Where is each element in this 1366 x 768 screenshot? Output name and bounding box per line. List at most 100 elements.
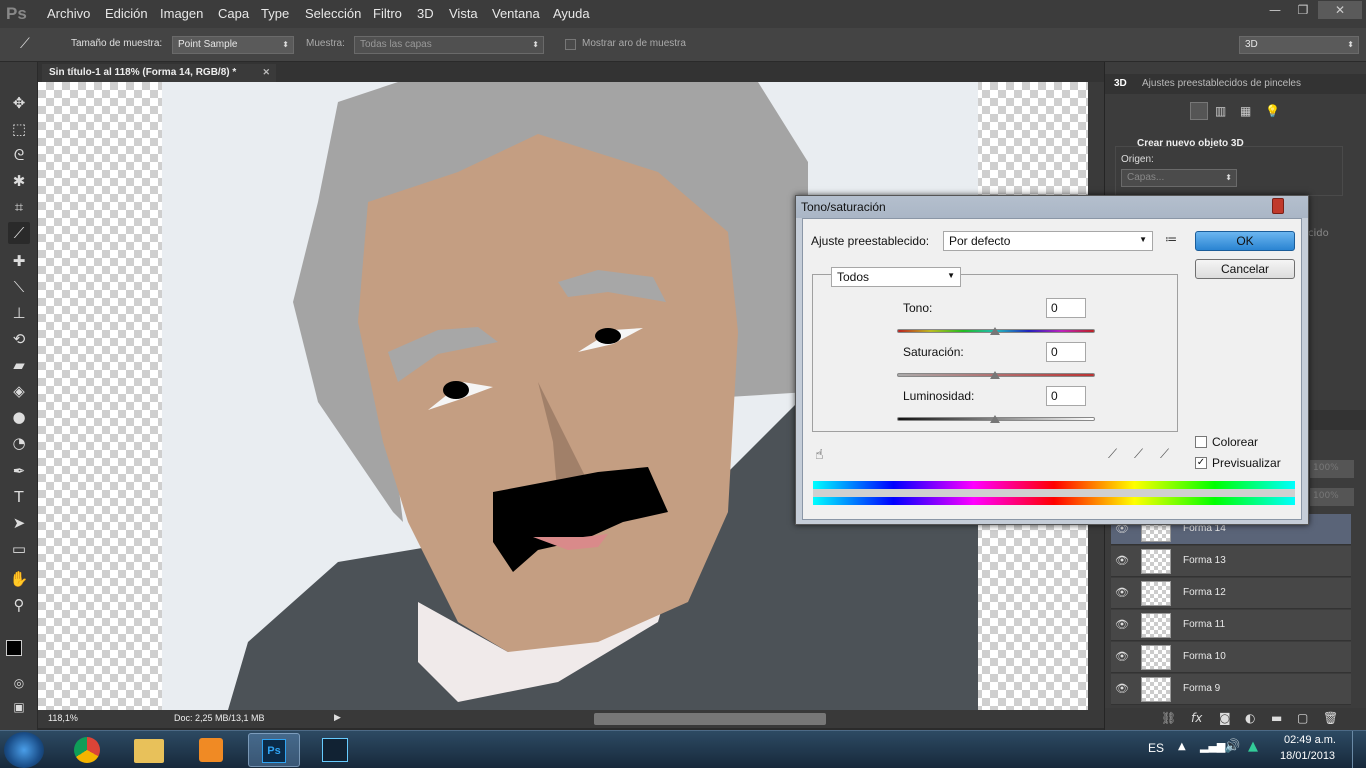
menu-3d[interactable]: 3D xyxy=(417,6,434,21)
path-selection-tool-icon[interactable]: ➤ xyxy=(8,512,30,534)
menu-ayuda[interactable]: Ayuda xyxy=(553,6,590,21)
zoom-level[interactable]: 118,1% xyxy=(48,713,78,723)
eyedropper-plus-icon[interactable]: ⟋ xyxy=(1134,447,1143,462)
menu-capa[interactable]: Capa xyxy=(218,6,249,21)
minimize-button[interactable]: — xyxy=(1262,1,1288,19)
eraser-tool-icon[interactable]: ▰ xyxy=(8,354,30,376)
layer-row[interactable]: 👁 Forma 13 xyxy=(1111,546,1351,577)
sample-size-select[interactable]: Point Sample ⬍ xyxy=(172,36,294,54)
move-tool-icon[interactable]: ✥ xyxy=(8,92,30,114)
screen-mode-icon[interactable]: ▣ xyxy=(8,696,30,718)
layer-row[interactable]: 👁 Forma 11 xyxy=(1111,610,1351,641)
eyedropper-tool-icon[interactable]: ⟋ xyxy=(8,222,30,244)
crop-tool-icon[interactable]: ⌗ xyxy=(8,196,30,218)
preset-options-icon[interactable]: ≔ xyxy=(1165,232,1177,246)
origin-select[interactable]: Capas... ⬍ xyxy=(1121,169,1237,187)
cancel-button[interactable]: Cancelar xyxy=(1195,259,1295,279)
volume-icon[interactable]: 🔊 xyxy=(1224,739,1240,754)
adjustment-icon[interactable]: ◐ xyxy=(1245,711,1255,725)
preview-checkbox[interactable]: ✓ xyxy=(1195,457,1207,469)
saturation-input[interactable]: 0 xyxy=(1046,342,1086,362)
document-tab[interactable]: Sin título-1 al 118% (Forma 14, RGB/8) *… xyxy=(42,64,276,82)
link-icon[interactable]: ⛓ xyxy=(1161,711,1176,725)
magic-wand-tool-icon[interactable]: ✱ xyxy=(8,170,30,192)
eye-icon[interactable]: 👁 xyxy=(1115,650,1129,663)
restore-button[interactable]: ❐ xyxy=(1290,1,1316,19)
lights-filter-icon[interactable]: 💡 xyxy=(1265,104,1280,118)
history-brush-tool-icon[interactable]: ⟲ xyxy=(8,328,30,350)
channel-select[interactable]: Todos ▼ xyxy=(831,267,961,287)
new-layer-icon[interactable]: ▢ xyxy=(1297,711,1308,725)
dialog-titlebar[interactable]: Tono/saturación xyxy=(796,196,1308,218)
windows-start-button[interactable] xyxy=(4,732,44,768)
marquee-tool-icon[interactable]: ⬚ xyxy=(8,118,30,140)
tab-brush-presets[interactable]: Ajustes preestablecidos de pinceles xyxy=(1142,78,1301,89)
clock-date[interactable]: 18/01/2013 xyxy=(1280,750,1335,762)
status-arrow-icon[interactable]: ▶ xyxy=(334,712,346,726)
menu-vista[interactable]: Vista xyxy=(449,6,478,21)
eyedropper-tool-preset-icon[interactable]: ⟋ xyxy=(20,36,42,54)
workspace-select[interactable]: 3D ⬍ xyxy=(1239,36,1359,54)
hue-slider-thumb[interactable] xyxy=(990,327,1000,335)
explorer-taskbar-button[interactable] xyxy=(124,733,176,767)
menu-filtro[interactable]: Filtro xyxy=(373,6,402,21)
lightness-input[interactable]: 0 xyxy=(1046,386,1086,406)
dialog-close-button[interactable] xyxy=(1272,198,1284,214)
mesh-filter-icon[interactable]: ▥ xyxy=(1215,104,1226,118)
drive-sync-icon[interactable]: ▲ xyxy=(1248,739,1258,754)
paint-bucket-tool-icon[interactable]: ◈ xyxy=(8,380,30,402)
pen-tool-icon[interactable]: ✒ xyxy=(8,460,30,482)
close-icon[interactable]: ✕ xyxy=(262,67,270,78)
horizontal-scroll-thumb[interactable] xyxy=(594,713,826,725)
menu-seleccion[interactable]: Selección xyxy=(305,6,361,21)
on-image-adjust-icon[interactable]: ☝ xyxy=(815,447,824,463)
lasso-tool-icon[interactable]: ᘓ xyxy=(8,144,30,166)
clock-time[interactable]: 02:49 a.m. xyxy=(1284,734,1336,746)
colorize-checkbox[interactable] xyxy=(1195,436,1207,448)
media-player-taskbar-button[interactable] xyxy=(186,733,238,767)
show-desktop-button[interactable] xyxy=(1352,731,1366,768)
zoom-tool-icon[interactable]: ⚲ xyxy=(8,594,30,616)
lightness-slider-thumb[interactable] xyxy=(990,415,1000,423)
opacity-field[interactable]: 100% xyxy=(1310,460,1354,478)
language-indicator[interactable]: ES xyxy=(1148,741,1164,755)
network-icon[interactable]: ▂▄▆ xyxy=(1200,740,1225,753)
chrome-taskbar-button[interactable] xyxy=(62,733,114,767)
layer-row[interactable]: 👁 Forma 10 xyxy=(1111,642,1351,673)
photoshop-taskbar-button[interactable]: Ps xyxy=(248,733,300,767)
layer-row[interactable]: 👁 Forma 9 xyxy=(1111,674,1351,705)
eye-icon[interactable]: 👁 xyxy=(1115,618,1129,631)
scene-filter-icon[interactable] xyxy=(1190,102,1208,120)
layer-row[interactable]: 👁 Forma 12 xyxy=(1111,578,1351,609)
close-button[interactable]: ✕ xyxy=(1318,1,1362,19)
foreground-color-swatch[interactable] xyxy=(6,640,22,656)
remote-app-taskbar-button[interactable] xyxy=(310,733,362,767)
dodge-tool-icon[interactable]: ◔ xyxy=(8,432,30,454)
menu-edicion[interactable]: Edición xyxy=(105,6,148,21)
stamp-tool-icon[interactable]: ⊥ xyxy=(8,302,30,324)
eye-icon[interactable]: 👁 xyxy=(1115,554,1129,567)
preset-select[interactable]: Por defecto ▼ xyxy=(943,231,1153,251)
blur-tool-icon[interactable]: ● xyxy=(8,406,30,428)
fill-field[interactable]: 100% xyxy=(1310,488,1354,506)
menu-ventana[interactable]: Ventana xyxy=(492,6,540,21)
hand-tool-icon[interactable]: ✋ xyxy=(8,568,30,590)
materials-filter-icon[interactable]: ▦ xyxy=(1240,104,1251,118)
brush-tool-icon[interactable]: ⟍ xyxy=(8,276,30,298)
eye-icon[interactable]: 👁 xyxy=(1115,586,1129,599)
saturation-slider-thumb[interactable] xyxy=(990,371,1000,379)
sample-select[interactable]: Todas las capas ⬍ xyxy=(354,36,544,54)
menu-imagen[interactable]: Imagen xyxy=(160,6,203,21)
shape-tool-icon[interactable]: ▭ xyxy=(8,538,30,560)
healing-brush-tool-icon[interactable]: ✚ xyxy=(8,250,30,272)
type-tool-icon[interactable]: T xyxy=(8,486,30,508)
hue-input[interactable]: 0 xyxy=(1046,298,1086,318)
eye-icon[interactable]: 👁 xyxy=(1115,682,1129,695)
tray-expand-icon[interactable]: ▲ xyxy=(1178,741,1186,752)
mask-icon[interactable]: ◙ xyxy=(1219,711,1231,725)
trash-icon[interactable]: 🗑 xyxy=(1323,711,1338,725)
ok-button[interactable]: OK xyxy=(1195,231,1295,251)
quick-mask-icon[interactable]: ◎ xyxy=(8,672,30,694)
menu-archivo[interactable]: Archivo xyxy=(47,6,90,21)
fx-icon[interactable]: fx xyxy=(1191,711,1202,725)
